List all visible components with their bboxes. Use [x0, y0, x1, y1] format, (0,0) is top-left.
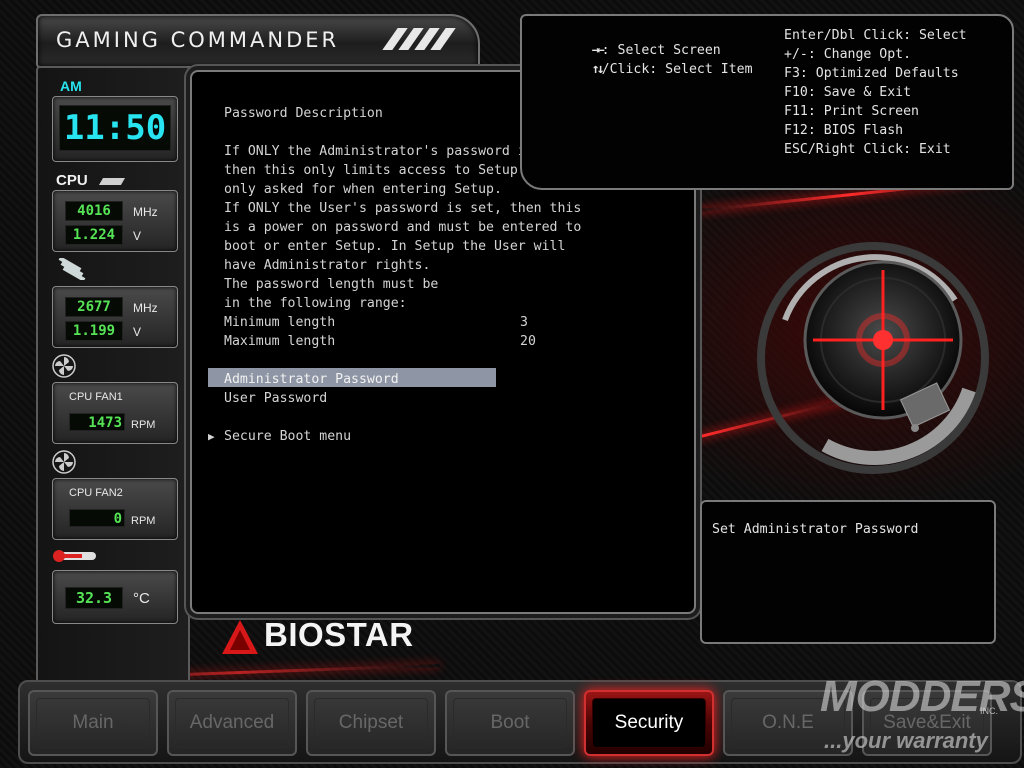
help-key: Enter/Dbl Click: Select	[784, 28, 967, 43]
maximum-length-label: Maximum length	[224, 334, 336, 349]
cpu-fan2-unit: RPM	[131, 515, 156, 527]
cpu-voltage-display: 1.224	[65, 225, 123, 245]
cpu-chip-icon	[99, 178, 126, 185]
cpu-label-row: CPU	[56, 170, 126, 189]
memory-frequency-unit: MHz	[133, 301, 158, 315]
description-heading: Password Description	[224, 106, 383, 121]
cpu-frequency-unit: MHz	[133, 205, 158, 219]
cpu-fan2-display: 0	[69, 509, 125, 527]
help-key: +/-: Change Opt.	[784, 47, 912, 62]
cpu-fan1-label: CPU FAN1	[69, 391, 123, 403]
fan-icon	[52, 450, 76, 478]
secure-boot-menu-label: Secure Boot menu	[224, 429, 352, 444]
dial-ornament	[757, 242, 989, 474]
thermometer-icon	[52, 548, 98, 568]
help-key: F10: Save & Exit	[784, 85, 912, 100]
biostar-logo: BIOSTAR	[220, 614, 460, 664]
administrator-password-item[interactable]: Administrator Password	[224, 370, 399, 389]
clock-widget: 11:50	[52, 96, 178, 162]
description-line: If ONLY the User's password is set, then…	[224, 201, 582, 216]
memory-voltage-unit: V	[133, 325, 142, 339]
clock-period: AM	[60, 78, 82, 94]
cpu-frequency-display: 4016	[65, 201, 123, 221]
memory-icon	[56, 256, 88, 284]
cpu-fan1-widget: CPU FAN1 1473 RPM	[52, 382, 178, 444]
description-line: boot or enter Setup. In Setup the User w…	[224, 239, 566, 254]
fan-icon	[52, 354, 76, 382]
cpu-voltage-unit: V	[133, 229, 142, 243]
tab-advanced[interactable]: Advanced	[167, 690, 297, 756]
cpu-widget: 4016 MHz 1.224 V	[52, 190, 178, 252]
memory-widget: 2677 MHz 1.199 V	[52, 286, 178, 348]
memory-voltage-display: 1.199	[65, 321, 123, 341]
item-info-panel: Set Administrator Password	[700, 500, 996, 644]
memory-frequency-display: 2677	[65, 297, 123, 317]
temperature-unit: °C	[133, 590, 150, 607]
minimum-length-label: Minimum length	[224, 315, 336, 330]
tab-security[interactable]: Security	[584, 690, 714, 756]
watermark-sub: INC.	[980, 706, 998, 716]
description-line: only asked for when entering Setup.	[224, 182, 502, 197]
user-password-item[interactable]: User Password	[224, 389, 327, 408]
minimum-length-value: 3	[520, 315, 528, 330]
clock-display: 11:50	[59, 105, 171, 151]
tab-chipset[interactable]: Chipset	[306, 690, 436, 756]
description-line: The password length must be	[224, 277, 439, 292]
temperature-display: 32.3	[65, 587, 123, 609]
help-key: F3: Optimized Defaults	[784, 66, 959, 81]
item-help-text: Set Administrator Password	[712, 522, 919, 537]
submenu-arrow-icon: ▶	[208, 430, 215, 443]
description-line: have Administrator rights.	[224, 258, 431, 273]
cpu-fan1-unit: RPM	[131, 419, 156, 431]
help-key: F11: Print Screen	[784, 104, 919, 119]
description-line: in the following range:	[224, 296, 407, 311]
cpu-fan1-display: 1473	[69, 413, 125, 431]
help-key: F12: BIOS Flash	[784, 123, 904, 138]
temperature-widget: 32.3 °C	[52, 570, 178, 624]
description-line: is a power on password and must be enter…	[224, 220, 582, 235]
maximum-length-value: 20	[520, 334, 536, 349]
help-key: ESC/Right Click: Exit	[784, 142, 951, 157]
up-down-arrows-icon: ↑↓	[591, 62, 605, 77]
cpu-label: CPU	[56, 172, 88, 189]
cpu-fan2-widget: CPU FAN2 0 RPM	[52, 478, 178, 540]
brand-name: BIOSTAR	[264, 616, 414, 653]
key-help-panel: →←: Select Screen ↑↓/Click: Select Item …	[520, 14, 1014, 190]
hardware-monitor-sidebar: AM 11:50 CPU 4016 MHz 1.224 V 2677 MHz 1…	[36, 66, 190, 690]
tab-boot[interactable]: Boot	[445, 690, 575, 756]
app-title: GAMING COMMANDER	[56, 28, 340, 52]
title-plate: GAMING COMMANDER	[36, 14, 480, 68]
help-select-item: ↑↓/Click: Select Item	[591, 62, 753, 77]
secure-boot-menu-item[interactable]: ▶ Secure Boot menu	[208, 427, 408, 446]
tab-main[interactable]: Main	[28, 690, 158, 756]
biostar-logo-icon	[222, 620, 258, 654]
cpu-fan2-label: CPU FAN2	[69, 487, 123, 499]
decorative-stripes	[382, 28, 456, 50]
